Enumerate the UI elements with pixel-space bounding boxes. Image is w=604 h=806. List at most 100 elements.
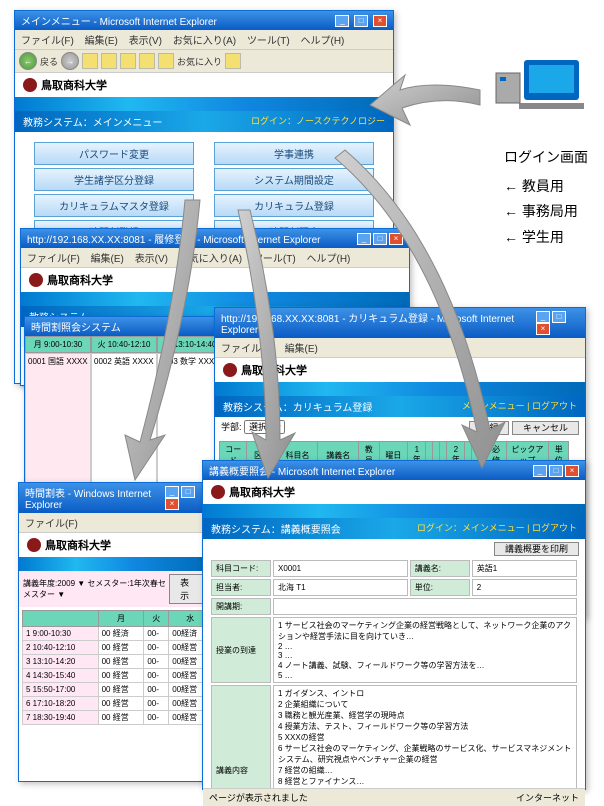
forward-button[interactable]: → xyxy=(61,52,79,70)
menubar: ファイル(F) 編集(E) 表示(V) お気に入り(A) ツール(T) ヘルプ(… xyxy=(21,248,409,268)
close-icon[interactable]: × xyxy=(165,498,179,510)
banner-bar xyxy=(21,292,409,306)
cell: 4 14:30-15:40 xyxy=(23,669,99,683)
titlebar[interactable]: 時間割照会システム xyxy=(25,317,223,336)
back-label: 戻る xyxy=(40,55,58,68)
menu-affairs-link[interactable]: 学事連携 xyxy=(214,142,374,165)
brand-logo: 鳥取商科大学 xyxy=(203,480,585,504)
calendar-header: 月 9:00-10:30 火 10:40-12:10 水 13:10-14:40 xyxy=(25,336,223,353)
window-schedule: 時間割表 - Windows Internet Explorer _□× ファイ… xyxy=(18,482,210,782)
search-icon[interactable] xyxy=(139,53,155,69)
status-zone: インターネット xyxy=(516,791,579,804)
menu-curriculum-reg[interactable]: カリキュラム登録 xyxy=(214,194,374,217)
titlebar[interactable]: 時間割表 - Windows Internet Explorer _□× xyxy=(19,483,209,513)
brand-text: 鳥取商科大学 xyxy=(47,272,113,288)
brand-text: 鳥取商科大学 xyxy=(41,77,107,93)
refresh-icon[interactable] xyxy=(101,53,117,69)
favorites-icon[interactable] xyxy=(158,53,174,69)
menu-file[interactable]: ファイル(F) xyxy=(221,344,274,355)
status-text: ページが表示されました xyxy=(209,791,308,804)
stop-icon[interactable] xyxy=(82,53,98,69)
maximize-icon[interactable]: □ xyxy=(181,486,195,498)
login-row-student: ← 学生用 xyxy=(504,225,588,250)
close-icon[interactable]: × xyxy=(389,233,403,245)
minimize-icon[interactable]: _ xyxy=(536,311,550,323)
subject-label: 講義名: xyxy=(410,560,470,577)
table-row: 7 18:30-19:4000 経営00-00経営 xyxy=(23,711,212,725)
cell: 00 経営 xyxy=(98,683,144,697)
close-icon[interactable]: × xyxy=(536,323,550,335)
brand-mark-icon xyxy=(23,78,37,92)
menu-fav[interactable]: お気に入り(A) xyxy=(179,254,242,265)
maximize-icon[interactable]: □ xyxy=(549,465,563,477)
menu-edit[interactable]: 編集(E) xyxy=(91,254,124,265)
menu-curriculum-master[interactable]: カリキュラムマスタ登録 xyxy=(34,194,194,217)
register-button[interactable]: 登録 xyxy=(469,421,509,435)
menu-file[interactable]: ファイル(F) xyxy=(27,254,80,265)
menubar: ファイル(F) 編集(E) 表示(V) お気に入り(A) ツール(T) ヘルプ(… xyxy=(15,30,393,50)
menu-password-change[interactable]: パスワード変更 xyxy=(34,142,194,165)
brand-logo: 鳥取商科大学 xyxy=(21,268,409,292)
menu-tools[interactable]: ツール(T) xyxy=(253,254,296,265)
maximize-icon[interactable]: □ xyxy=(373,233,387,245)
minimize-icon[interactable]: _ xyxy=(533,465,547,477)
close-icon[interactable]: × xyxy=(373,15,387,27)
col: 火 xyxy=(144,611,169,627)
menu-help[interactable]: ヘルプ(H) xyxy=(307,254,351,265)
brand-logo: 鳥取商科大学 xyxy=(15,73,393,97)
banner-bar xyxy=(15,97,393,111)
cal-cell[interactable]: 0001 国語 XXXX xyxy=(25,353,91,493)
titlebar[interactable]: http://192.168.XX.XX:8081 - 履修登録 - Micro… xyxy=(21,229,409,248)
cell: 3 13:10-14:20 xyxy=(23,655,99,669)
close-icon[interactable]: × xyxy=(565,465,579,477)
titlebar[interactable]: http://192.168.XX.XX:8081 - カリキュラム登録 - M… xyxy=(215,308,585,338)
favorites-label: お気に入り xyxy=(177,55,222,68)
back-button[interactable]: ← xyxy=(19,52,37,70)
menu-system-period[interactable]: システム期間設定 xyxy=(214,168,374,191)
teacher-label: 担当者: xyxy=(211,579,271,596)
menu-edit[interactable]: 編集(E) xyxy=(85,36,118,47)
history-icon[interactable] xyxy=(225,53,241,69)
dept-select[interactable]: 選択 xyxy=(244,420,285,434)
status-bar: ページが表示されました インターネット xyxy=(203,788,585,806)
system-header-text: 教務システム：講義概要照会 xyxy=(211,521,341,536)
cancel-button[interactable]: キャンセル xyxy=(512,421,579,435)
menu-edit[interactable]: 編集(E) xyxy=(285,344,318,355)
menu-file[interactable]: ファイル(F) xyxy=(25,519,78,530)
titlebar[interactable]: メインメニュー - Microsoft Internet Explorer _ … xyxy=(15,11,393,30)
cell: 00- xyxy=(144,683,169,697)
dept-label: 学部: xyxy=(221,422,242,432)
window-timetable-small: 時間割照会システム 月 9:00-10:30 火 10:40-12:10 水 1… xyxy=(24,316,224,494)
cell: 00 経営 xyxy=(98,697,144,711)
menu-file[interactable]: ファイル(F) xyxy=(21,36,74,47)
menubar: ファイル(F) xyxy=(19,513,209,533)
print-button[interactable]: 講義概要を印刷 xyxy=(494,542,579,556)
minimize-icon[interactable]: _ xyxy=(357,233,371,245)
header-links[interactable]: メインメニュー | ログアウト xyxy=(462,399,577,414)
menu-view[interactable]: 表示(V) xyxy=(135,254,168,265)
show-button[interactable]: 表示 xyxy=(169,574,205,604)
menu-tools[interactable]: ツール(T) xyxy=(247,36,290,47)
cell: 00- xyxy=(144,697,169,711)
menubar: ファイル(F) 編集(E) xyxy=(215,338,585,358)
login-row-office: ← 事務局用 xyxy=(504,199,588,224)
titlebar[interactable]: 講義概要照会 - Microsoft Internet Explorer _□× xyxy=(203,461,585,480)
cell: 00 経済 xyxy=(98,627,144,641)
credit-label: 単位: xyxy=(410,579,470,596)
filter-text: 講義年度:2009 ▼ セメスター:1年次春セメスター ▼ xyxy=(23,578,166,600)
brand-logo: 鳥取商科大学 xyxy=(19,533,209,557)
menu-help[interactable]: ヘルプ(H) xyxy=(301,36,345,47)
header-links[interactable]: ログイン：メインメニュー | ログアウト xyxy=(417,521,577,536)
home-icon[interactable] xyxy=(120,53,136,69)
window-title: http://192.168.XX.XX:8081 - 履修登録 - Micro… xyxy=(27,231,320,246)
minimize-icon[interactable]: _ xyxy=(165,486,179,498)
maximize-icon[interactable]: □ xyxy=(552,311,566,323)
minimize-icon[interactable]: _ xyxy=(335,15,349,27)
cal-cell[interactable]: 0002 英語 XXXX xyxy=(91,353,157,493)
menu-fav[interactable]: お気に入り(A) xyxy=(173,36,236,47)
calendar-body: 0001 国語 XXXX 0002 英語 XXXX 0003 数学 XXXX xyxy=(25,353,223,493)
menu-view[interactable]: 表示(V) xyxy=(129,36,162,47)
maximize-icon[interactable]: □ xyxy=(354,15,368,27)
menu-student-division[interactable]: 学生諸学区分登録 xyxy=(34,168,194,191)
code-label: 科目コード: xyxy=(211,560,271,577)
